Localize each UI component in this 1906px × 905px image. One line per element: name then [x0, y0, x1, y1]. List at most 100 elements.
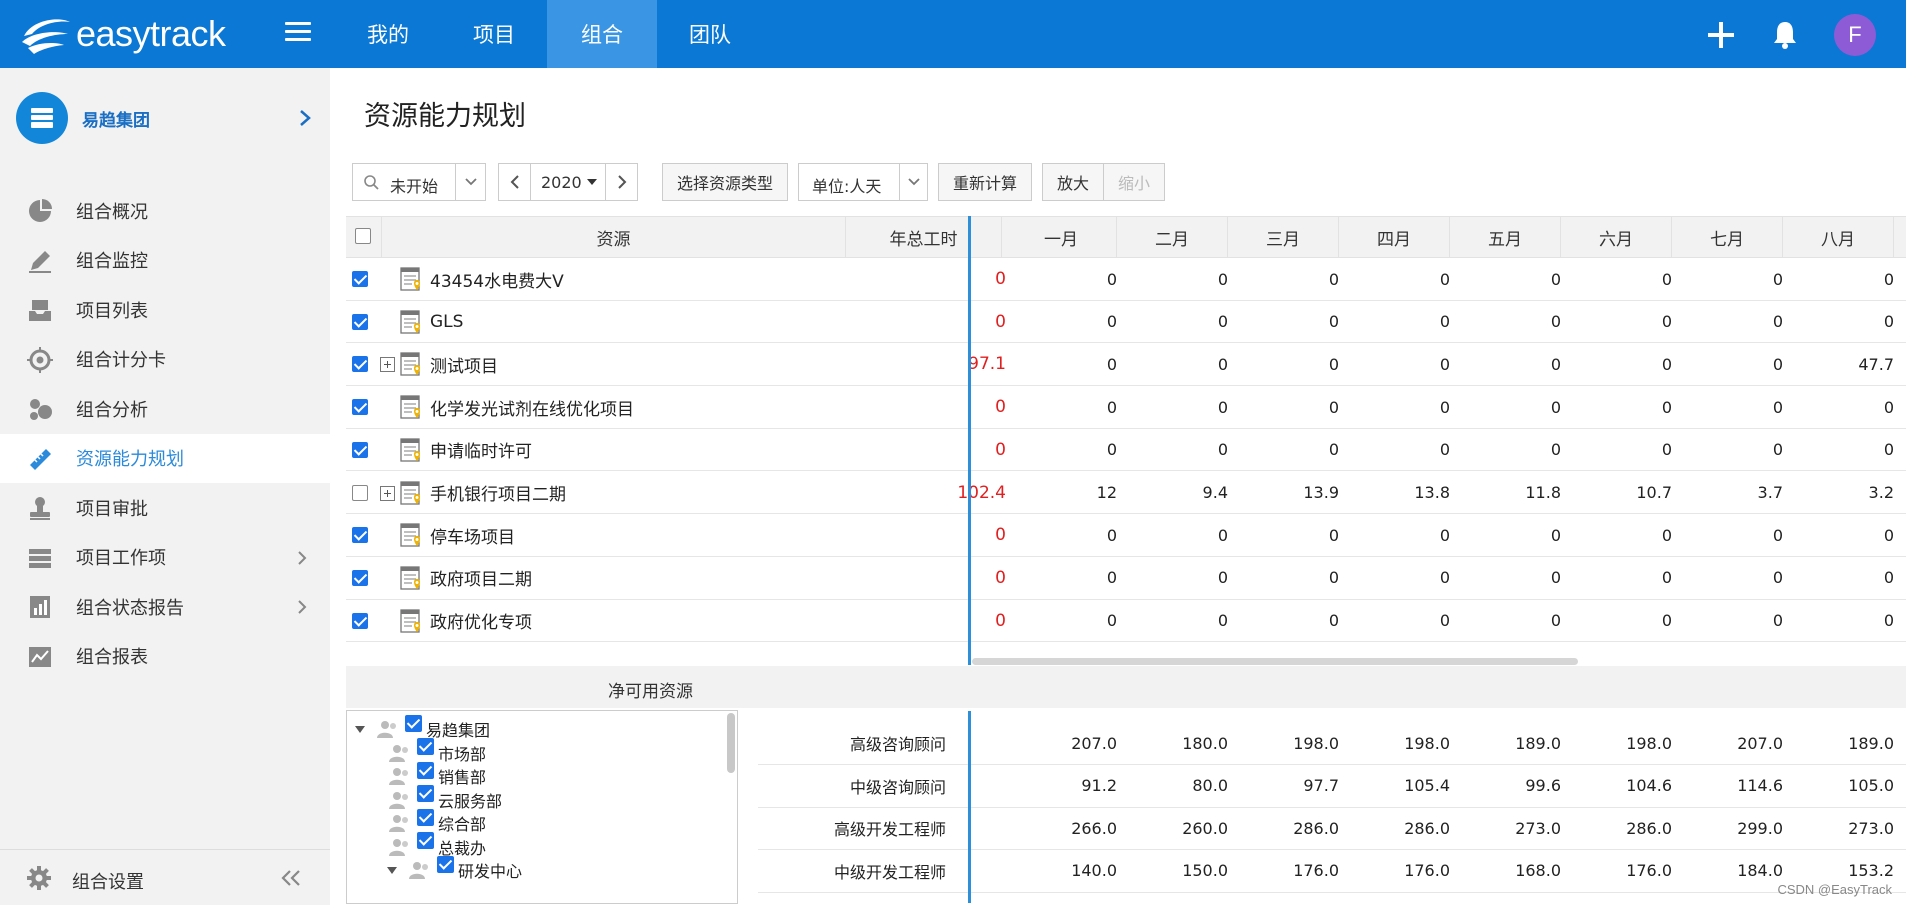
chevron-right-icon — [298, 550, 307, 565]
nav-item-mine[interactable]: 我的 — [335, 0, 441, 68]
sidebar-item-reports[interactable]: 组合报表 — [0, 632, 330, 682]
month-value: 0 — [1106, 354, 1117, 374]
table-row[interactable]: 手机银行项目二期 102.4 12 9.4 13.9 13.8 11.8 10.7 3.7 3.2 — [346, 472, 1906, 515]
row-checkbox[interactable] — [352, 356, 368, 373]
annual-hours: 102.4 — [957, 482, 1006, 503]
row-checkbox[interactable] — [352, 569, 368, 586]
month-value: 9.4 — [1202, 483, 1228, 502]
col-header-month[interactable]: 二月 — [1117, 217, 1228, 257]
top-right-actions: F — [1706, 14, 1876, 56]
org-switcher[interactable]: 易趋集团 — [0, 68, 330, 168]
resource-name[interactable]: 手机银行项目二期 — [430, 472, 566, 514]
month-value: 0 — [1217, 525, 1228, 545]
row-checkbox[interactable] — [352, 313, 368, 330]
sidebar-item-overview[interactable]: 组合概况 — [0, 186, 330, 236]
sidebar-item-monitor[interactable]: 组合监控 — [0, 236, 330, 286]
chevron-left-icon[interactable] — [499, 164, 531, 200]
table-row[interactable]: 申请临时许可 0 0 0 0 0 0 0 0 0 — [346, 429, 1906, 472]
row-checkbox[interactable] — [352, 612, 368, 629]
month-value: 105.0 — [1848, 776, 1894, 796]
month-value: 0 — [1772, 611, 1783, 631]
table-row[interactable]: 停车场项目 0 0 0 0 0 0 0 0 0 — [346, 514, 1906, 557]
row-checkbox[interactable] — [352, 527, 368, 544]
add-icon[interactable] — [1706, 20, 1736, 50]
month-value: 0 — [1661, 611, 1672, 631]
resource-name[interactable]: 申请临时许可 — [430, 429, 532, 471]
expand-toggle-icon[interactable] — [380, 485, 395, 501]
month-value: 3.2 — [1868, 483, 1894, 502]
caret-down-icon[interactable] — [587, 179, 597, 185]
annual-hours: 0 — [995, 567, 1006, 588]
gear-icon[interactable] — [26, 865, 52, 891]
table-row[interactable]: 43454水电费大V 0 0 0 0 0 0 0 0 0 — [346, 258, 1906, 301]
sidebar-item-label: 组合概况 — [76, 201, 148, 223]
col-header-hours[interactable]: 年总工时 — [846, 217, 1002, 257]
status-filter-select[interactable]: 未开始 — [352, 163, 486, 201]
app-logo[interactable]: easytrack — [18, 12, 226, 56]
row-checkbox[interactable] — [352, 484, 368, 501]
col-header-month[interactable]: 五月 — [1450, 217, 1561, 257]
select-resource-type-button[interactable]: 选择资源类型 — [662, 163, 789, 201]
frozen-column-splitter[interactable] — [968, 711, 971, 903]
sidebar-item-status-report[interactable]: 组合状态报告 — [0, 582, 330, 632]
row-checkbox[interactable] — [352, 399, 368, 416]
user-avatar[interactable]: F — [1834, 14, 1876, 56]
col-header-resource[interactable]: 资源 — [382, 217, 846, 257]
resource-name[interactable]: 43454水电费大V — [430, 258, 564, 300]
nav-item-team[interactable]: 团队 — [657, 0, 763, 68]
sidebar-footer: 组合设置 — [0, 849, 330, 905]
sidebar-item-approval[interactable]: 项目审批 — [0, 483, 330, 533]
year-picker[interactable]: 2020 — [498, 163, 638, 201]
resource-name[interactable]: GLS — [430, 301, 463, 343]
row-checkbox[interactable] — [352, 441, 368, 458]
table-row[interactable]: GLS 0 0 0 0 0 0 0 0 0 — [346, 301, 1906, 344]
sidebar-item-label: 项目列表 — [76, 300, 148, 322]
table-row[interactable]: 政府项目二期 0 0 0 0 0 0 0 0 0 — [346, 557, 1906, 600]
col-header-month[interactable]: 六月 — [1561, 217, 1672, 257]
collapse-sidebar-icon[interactable] — [280, 868, 302, 888]
resource-name[interactable]: 政府项目二期 — [430, 557, 532, 599]
row-checkbox[interactable] — [352, 271, 368, 287]
logo-text: easytrack — [76, 13, 226, 54]
col-header-month[interactable]: 四月 — [1339, 217, 1450, 257]
recalculate-button[interactable]: 重新计算 — [938, 163, 1033, 201]
col-header-month[interactable]: 八月 — [1783, 217, 1894, 257]
frozen-column-splitter[interactable] — [968, 216, 971, 665]
nav-item-portfolio[interactable]: 组合 — [547, 0, 657, 68]
ruler-icon — [30, 448, 51, 470]
zoom-out-button[interactable]: 缩小 — [1103, 163, 1166, 201]
month-value: 0 — [1439, 269, 1450, 289]
chevron-right-icon[interactable] — [605, 164, 637, 200]
col-header-month[interactable]: 一月 — [1006, 217, 1117, 257]
month-value: 0 — [1661, 269, 1672, 289]
bell-icon[interactable] — [1770, 19, 1800, 51]
chevron-down-icon[interactable] — [455, 164, 485, 200]
sidebar-item-project-list[interactable]: 项目列表 — [0, 285, 330, 335]
expand-toggle-icon[interactable] — [380, 357, 395, 373]
table-row[interactable]: 政府优化专项 0 0 0 0 0 0 0 0 0 — [346, 600, 1906, 643]
role-row: 高级咨询顾问 207.0 180.0 198.0 198.0 189.0 198.0 207.… — [330, 722, 1906, 765]
col-header-month[interactable]: 三月 — [1228, 217, 1339, 257]
unit-select[interactable]: 单位:人天 — [798, 163, 929, 201]
resource-name[interactable]: 政府优化专项 — [430, 600, 532, 642]
sidebar-item-capacity-planning[interactable]: 资源能力规划 — [0, 433, 330, 483]
select-all-checkbox[interactable] — [355, 228, 371, 244]
month-value: 97.7 — [1303, 776, 1339, 796]
table-row[interactable]: 测试项目 97.1 0 0 0 0 0 0 0 47.7 — [346, 343, 1906, 387]
resource-name[interactable]: 化学发光试剂在线优化项目 — [430, 386, 634, 428]
table-row[interactable]: 化学发光试剂在线优化项目 0 0 0 0 0 0 0 0 0 — [346, 386, 1906, 429]
resource-name[interactable]: 测试项目 — [430, 343, 498, 385]
month-value: 0 — [1550, 312, 1561, 332]
nav-item-projects[interactable]: 项目 — [441, 0, 547, 68]
resource-name[interactable]: 停车场项目 — [430, 514, 515, 556]
sidebar-item-analysis[interactable]: 组合分析 — [0, 384, 330, 434]
horizontal-scrollbar[interactable] — [972, 658, 1578, 665]
col-header-month[interactable]: 七月 — [1672, 217, 1783, 257]
chevron-down-icon[interactable] — [899, 164, 927, 200]
settings-label[interactable]: 组合设置 — [72, 868, 144, 894]
sidebar-item-work-items[interactable]: 项目工作项 — [0, 533, 330, 583]
zoom-in-button[interactable]: 放大 — [1042, 163, 1104, 201]
hamburger-menu-icon[interactable] — [282, 22, 314, 46]
month-value: 0 — [1439, 312, 1450, 332]
sidebar-item-scorecard[interactable]: 组合计分卡 — [0, 335, 330, 385]
